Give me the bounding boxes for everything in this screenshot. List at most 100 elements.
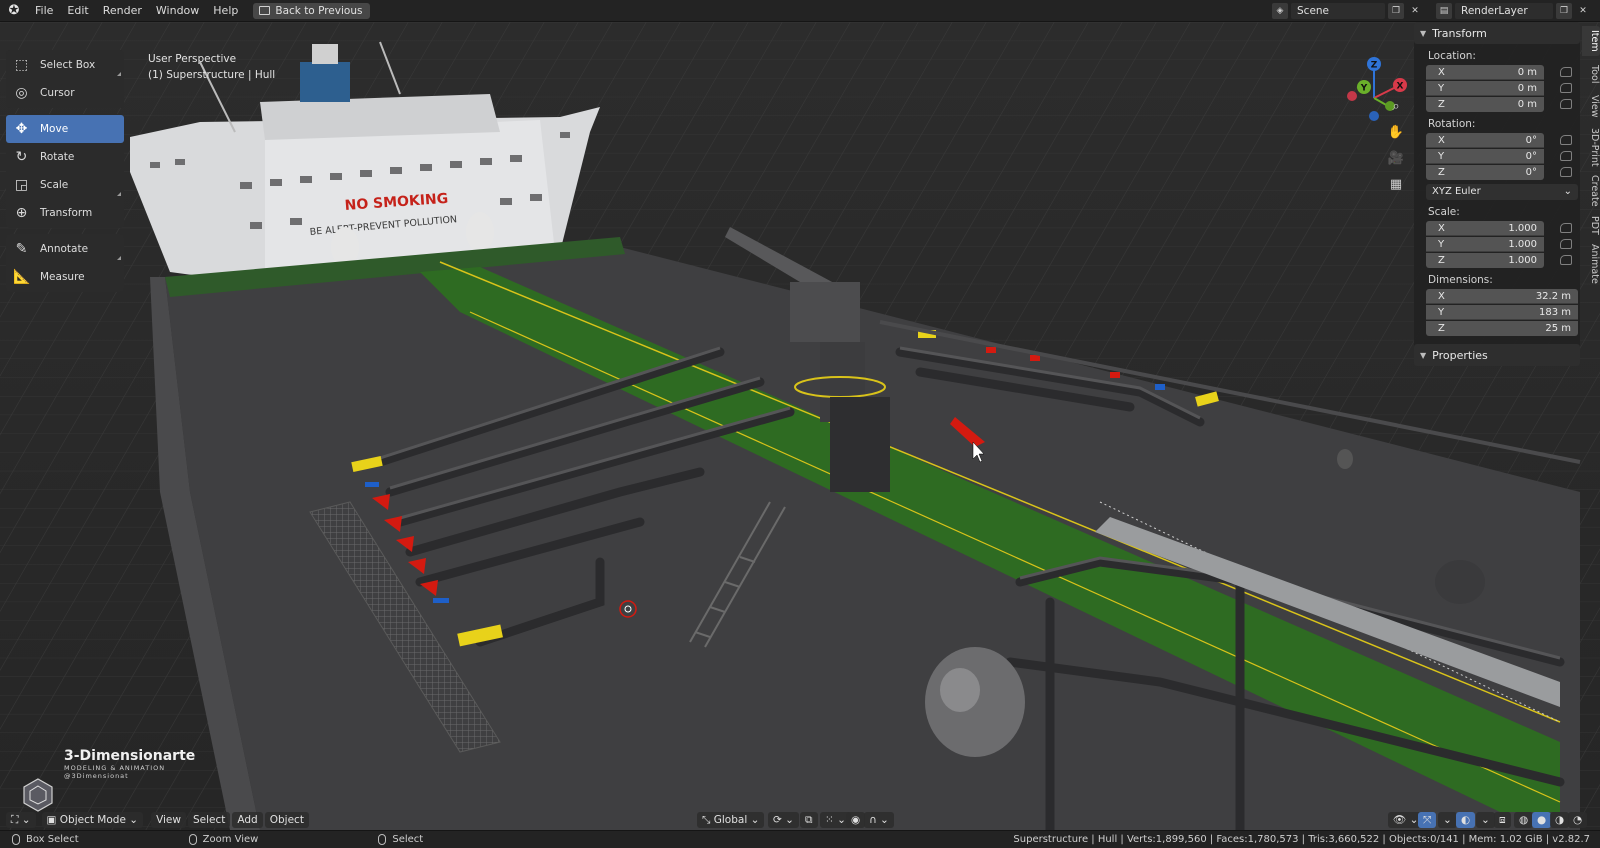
location-y-field[interactable]: Y 0 m	[1426, 80, 1544, 96]
ortho-grid-icon[interactable]: ▦	[1385, 174, 1407, 196]
xray-icon[interactable]: ⧈	[1494, 812, 1511, 828]
pivot-point-icon[interactable]: ⟳ ⌄	[768, 812, 799, 828]
blender-icon[interactable]: ✪	[0, 3, 28, 18]
dimensions-x-field[interactable]: X 32.2 m	[1426, 288, 1578, 304]
menu-render[interactable]: Render	[96, 0, 149, 22]
field-value: 25 m	[1545, 322, 1571, 334]
gizmo-y-label: Y	[1360, 84, 1368, 94]
dimensions-z-field[interactable]: Z 25 m	[1426, 320, 1578, 336]
tab-item[interactable]: Item	[1582, 26, 1600, 56]
camera-icon[interactable]: 🎥	[1385, 148, 1407, 170]
gizmo-toggle-icon[interactable]: ⤧	[1418, 812, 1437, 828]
tool-cursor[interactable]: ◎ Cursor	[6, 79, 124, 107]
pan-hand-icon[interactable]: ✋	[1385, 122, 1407, 144]
scene-name-field[interactable]: Scene	[1291, 3, 1385, 19]
location-z-field[interactable]: Z 0 m	[1426, 96, 1544, 112]
tab-tool[interactable]: Tool	[1582, 60, 1600, 88]
menu-edit[interactable]: Edit	[60, 0, 95, 22]
snap-icon[interactable]: ⧉	[800, 812, 818, 828]
mouse-middle-icon	[188, 834, 197, 845]
lock-icon[interactable]	[1560, 239, 1572, 249]
lock-icon[interactable]	[1560, 151, 1572, 161]
tab-create[interactable]: Create	[1582, 172, 1600, 210]
axis-label: Z	[1438, 98, 1445, 110]
rotation-z-field[interactable]: Z 0°	[1426, 164, 1544, 180]
status-text: Select	[392, 834, 424, 845]
close-layer-icon[interactable]: ✕	[1575, 3, 1591, 19]
field-value: 1.000	[1508, 238, 1537, 250]
dimensions-y-field[interactable]: Y 183 m	[1426, 304, 1578, 320]
shading-material-icon[interactable]: ◑	[1550, 812, 1570, 828]
scale-x-field[interactable]: X 1.000	[1426, 220, 1544, 236]
tab-view[interactable]: View	[1582, 92, 1600, 120]
mode-value: Object Mode	[59, 814, 126, 826]
lock-icon[interactable]	[1560, 135, 1572, 145]
copy-scene-icon[interactable]: ❐	[1388, 3, 1404, 19]
tab-3d-print[interactable]: 3D-Print	[1582, 124, 1600, 170]
overlay-toggle-icon[interactable]: ◐	[1456, 812, 1476, 828]
orientation-dropdown[interactable]: ⤡ Global ⌄	[697, 812, 765, 828]
tool-measure[interactable]: 📐 Measure	[6, 263, 124, 291]
tab-animate[interactable]: Animate	[1582, 242, 1600, 286]
watermark-subtitle: MODELING & ANIMATION	[64, 764, 166, 772]
gizmo-menu-icon[interactable]: ⌄	[1438, 812, 1457, 828]
scale-z-field[interactable]: Z 1.000	[1426, 252, 1544, 268]
sidebar-tabs: Item Tool View 3D-Print Create PDT Anima…	[1582, 22, 1600, 322]
tool-transform[interactable]: ⊕ Transform	[6, 199, 124, 227]
gizmo-z-label: Z	[1371, 61, 1378, 71]
axis-label: Z	[1438, 166, 1445, 178]
lock-icon[interactable]	[1560, 99, 1572, 109]
scene-icon[interactable]: ◈	[1272, 3, 1288, 19]
scene-statistics: Superstructure | Hull | Verts:1,899,560 …	[1013, 834, 1590, 845]
menu-help[interactable]: Help	[206, 0, 245, 22]
proportional-edit-icon[interactable]: ◉	[846, 812, 866, 828]
gizmo-x-label: X	[1397, 82, 1404, 92]
properties-panel-header[interactable]: ▼ Properties	[1414, 344, 1580, 366]
location-x-field[interactable]: X 0 m	[1426, 64, 1544, 80]
copy-layer-icon[interactable]: ❐	[1556, 3, 1572, 19]
render-layer-icon[interactable]: ▤	[1436, 3, 1452, 19]
overlay-menu-icon[interactable]: ⌄	[1476, 812, 1495, 828]
lock-icon[interactable]	[1560, 67, 1572, 77]
scale-y-field[interactable]: Y 1.000	[1426, 236, 1544, 252]
render-layer-field[interactable]: RenderLayer	[1455, 3, 1553, 19]
menu-select[interactable]: Select	[187, 812, 231, 828]
tool-rotate[interactable]: ↻ Rotate	[6, 143, 124, 171]
menu-add[interactable]: Add	[232, 812, 263, 828]
tool-group-annotate: ✎ Annotate 📐 Measure	[6, 234, 124, 292]
lock-icon[interactable]	[1560, 167, 1572, 177]
mode-dropdown[interactable]: ▣ Object Mode ⌄	[41, 812, 144, 828]
menu-object[interactable]: Object	[264, 812, 309, 828]
editor-type-icon[interactable]: ⛶ ⌄	[6, 812, 36, 828]
lock-icon[interactable]	[1560, 255, 1572, 265]
lock-icon[interactable]	[1560, 223, 1572, 233]
menu-view[interactable]: View	[151, 812, 186, 828]
view-perspective-label: User Perspective	[148, 53, 237, 65]
back-to-previous-button[interactable]: Back to Previous	[253, 2, 371, 19]
menu-file[interactable]: File	[28, 0, 60, 22]
lock-icon[interactable]	[1560, 83, 1572, 93]
rotation-x-field[interactable]: X 0°	[1426, 132, 1544, 148]
tool-scale[interactable]: ◲ Scale	[6, 171, 124, 199]
axis-label: X	[1438, 134, 1445, 146]
shading-solid-icon[interactable]: ●	[1532, 812, 1552, 828]
close-scene-icon[interactable]: ✕	[1407, 3, 1423, 19]
tool-select-box[interactable]: ⬚ Select Box	[6, 51, 124, 79]
field-value: 1.000	[1508, 254, 1537, 266]
shading-rendered-icon[interactable]: ◔	[1568, 812, 1588, 828]
3d-viewport[interactable]: NO SMOKING BE ALERT-PREVENT POLLUTION ⬚ …	[0, 22, 1600, 830]
watermark-handle: @3Dimensionat	[64, 772, 129, 780]
screen-icon	[259, 6, 271, 15]
rotation-y-field[interactable]: Y 0°	[1426, 148, 1544, 164]
tool-annotate[interactable]: ✎ Annotate	[6, 235, 124, 263]
menu-window[interactable]: Window	[149, 0, 206, 22]
shading-wireframe-icon[interactable]: ◍	[1514, 812, 1534, 828]
scene-selector: ◈ Scene ❐ ✕	[1272, 3, 1423, 19]
tab-pdt[interactable]: PDT	[1582, 212, 1600, 238]
properties-title: Properties	[1432, 348, 1488, 362]
falloff-icon[interactable]: ∩ ⌄	[864, 812, 894, 828]
tool-move[interactable]: ✥ Move	[6, 115, 124, 143]
zoom-icon[interactable]: ⌕	[1385, 96, 1407, 118]
transform-panel-header[interactable]: ▼ Transform	[1414, 22, 1580, 44]
rotation-mode-dropdown[interactable]: XYZ Euler ⌄	[1426, 184, 1578, 200]
